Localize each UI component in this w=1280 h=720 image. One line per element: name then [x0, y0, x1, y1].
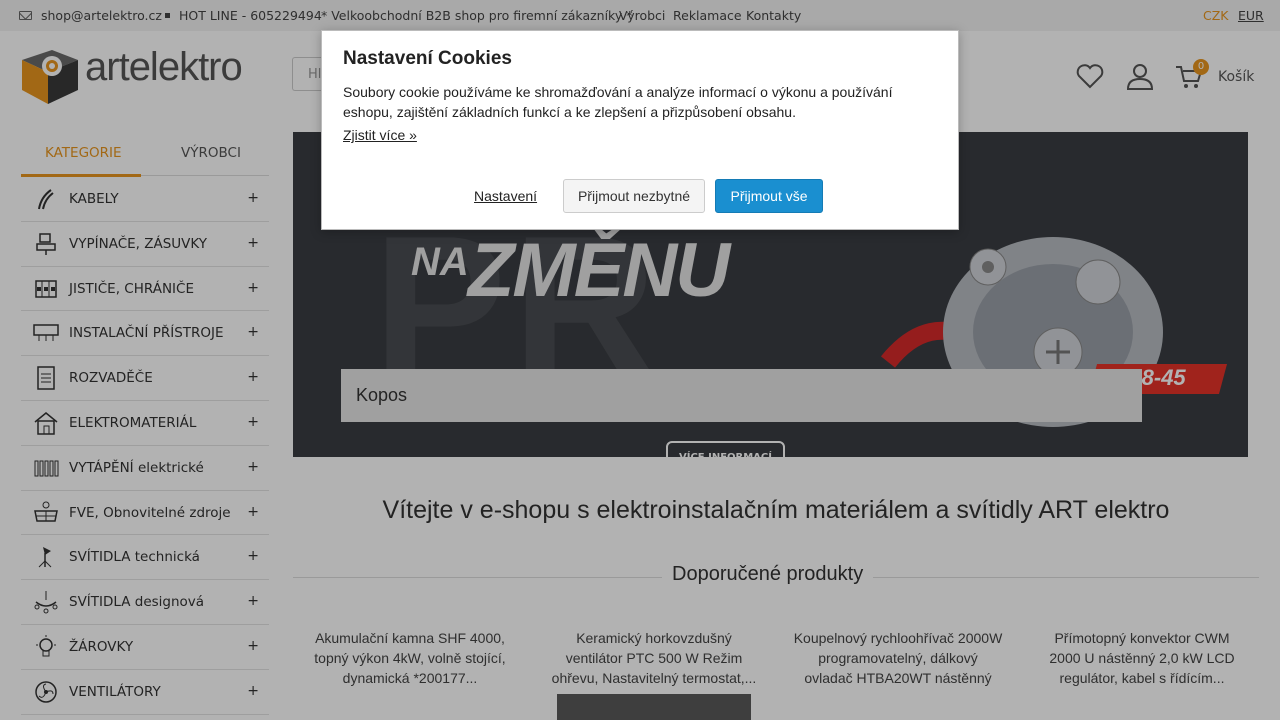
cookie-settings-button[interactable]: Nastavení [474, 188, 537, 204]
cookie-dialog-text: Soubory cookie používáme ke shromažďován… [343, 84, 893, 120]
accept-necessary-button[interactable]: Přijmout nezbytné [563, 179, 705, 213]
learn-more-link[interactable]: Zjistit více » [343, 127, 417, 143]
cookie-dialog-title: Nastavení Cookies [343, 48, 512, 69]
cookie-consent-dialog: Nastavení Cookies Soubory cookie používá… [321, 30, 959, 230]
accept-all-button[interactable]: Přijmout vše [715, 179, 823, 213]
